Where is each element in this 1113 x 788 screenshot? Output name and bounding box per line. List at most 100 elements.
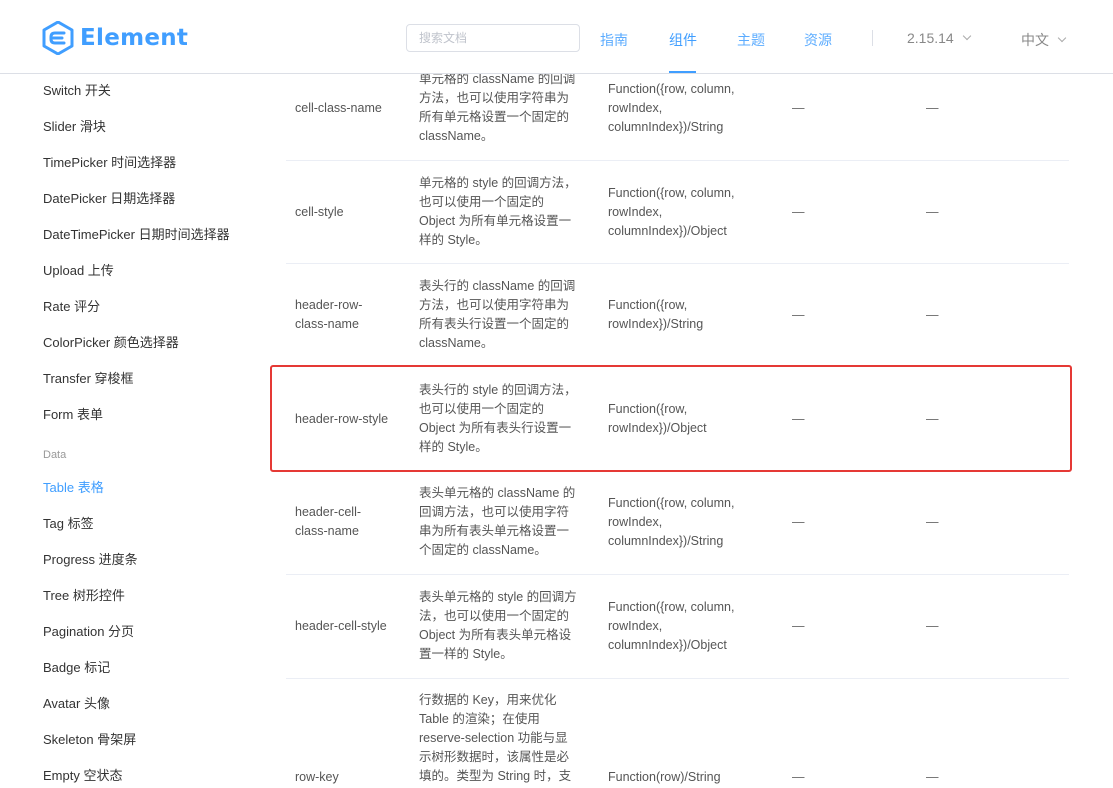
sidebar-item-switch[interactable]: Switch 开关 <box>43 80 111 99</box>
cell-line: class-name <box>295 524 359 538</box>
cell-line: 也可以使用一个固定的 <box>419 195 545 209</box>
language-label: 中文 <box>1021 32 1049 48</box>
cell-line: 方法，也可以使用字符串为 <box>419 298 570 312</box>
attr-desc-cell: 单元格的 className 的回调 方法，也可以使用字符串为 所有单元格设置一个固… <box>419 70 589 146</box>
nav-resource[interactable]: 资源 <box>804 30 832 50</box>
language-dropdown[interactable]: 中文 <box>1021 30 1067 50</box>
highlight-box <box>270 365 1072 472</box>
sidebar: Switch 开关 Slider 滑块 TimePicker 时间选择器 Dat… <box>0 74 260 788</box>
cell-line: 回调方法，也可以使用字符 <box>419 505 570 519</box>
cell-line: 串为所有表头单元格设置一 <box>419 524 570 538</box>
chevron-down-icon <box>962 31 971 41</box>
cell-line: header-row- <box>295 298 363 312</box>
sidebar-item-table[interactable]: Table 表格 <box>43 477 104 496</box>
sidebar-item-datetimepicker[interactable]: DateTimePicker 日期时间选择器 <box>43 224 230 243</box>
nav-component[interactable]: 组件 <box>669 30 697 50</box>
cell-line: Function({row, column, <box>608 185 735 200</box>
cell-line: 表头单元格的 className 的 <box>419 486 576 500</box>
sidebar-item-skeleton[interactable]: Skeleton 骨架屏 <box>43 729 136 748</box>
sidebar-item-form[interactable]: Form 表单 <box>43 404 103 423</box>
element-logo-icon <box>42 21 74 55</box>
sidebar-item-empty[interactable]: Empty 空状态 <box>43 765 122 784</box>
attr-type-cell: Function({row, rowIndex})/String <box>608 296 758 334</box>
attr-options-cell: — <box>792 514 805 529</box>
cell-line: Object 为所有单元格设置一 <box>419 214 572 228</box>
cell-line: columnIndex})/String <box>608 119 724 134</box>
attr-options-cell: — <box>792 307 805 322</box>
attr-default-cell: — <box>926 100 939 115</box>
cell-line: cell-class-name <box>295 100 382 115</box>
sidebar-group-data: Data <box>43 449 67 461</box>
nav-theme[interactable]: 主题 <box>737 30 765 50</box>
nav-guide[interactable]: 指南 <box>600 30 628 50</box>
cell-line: 表头单元格的 style 的回调方 <box>419 590 577 604</box>
attr-desc-cell: 单元格的 style 的回调方法， 也可以使用一个固定的 Object 为所有单元格… <box>419 174 589 250</box>
nav-divider <box>872 30 873 46</box>
cell-line: 所有单元格设置一个固定的 <box>419 110 570 124</box>
cell-line: Function(row)/String <box>608 769 721 784</box>
attr-name-cell: row-key <box>295 768 405 787</box>
attr-name-cell: header-row-class-name <box>295 296 405 334</box>
cell-line: 单元格的 style 的回调方法， <box>419 176 577 190</box>
cell-line: rowIndex, <box>608 618 663 633</box>
attr-name-cell: cell-style <box>295 203 405 222</box>
cell-line: 所有表头行设置一个固定的 <box>419 317 570 331</box>
cell-line: rowIndex, <box>608 204 663 219</box>
cell-line: Function({row, <box>608 298 688 312</box>
attr-type-cell: Function({row, column, rowIndex, columnInd… <box>608 184 758 241</box>
attr-desc-cell: 表头单元格的 className 的回调方法，也可以使用字符 串为所有表头单元格设… <box>419 484 589 560</box>
sidebar-item-upload[interactable]: Upload 上传 <box>43 260 114 279</box>
version-dropdown[interactable]: 2.15.14 <box>907 30 971 46</box>
cell-line: 个固定的 className。 <box>419 543 547 557</box>
attr-default-cell: — <box>926 204 939 219</box>
cell-line: columnIndex})/String <box>608 533 724 548</box>
sidebar-item-tree[interactable]: Tree 树形控件 <box>43 585 125 604</box>
sidebar-item-avatar[interactable]: Avatar 头像 <box>43 693 110 712</box>
table-row: header-cell-style 表头单元格的 style 的回调方 法，也可以使… <box>286 575 1069 679</box>
sidebar-item-progress[interactable]: Progress 进度条 <box>43 549 138 568</box>
cell-line: rowIndex})/String <box>608 317 704 331</box>
top-header: Element 指南 组件 主题 资源 2.15.14 中文 <box>0 0 1113 74</box>
cell-line: 表头行的 className 的回调 <box>419 279 576 293</box>
chevron-down-icon <box>1057 33 1067 43</box>
attr-default-cell: — <box>926 769 939 784</box>
cell-line: header-cell- <box>295 505 362 519</box>
cell-line: Object 为所有表头单元格设 <box>419 628 572 642</box>
cell-line: 填的。类型为 String 时，支 <box>419 769 572 783</box>
attr-default-cell: — <box>926 618 939 633</box>
sidebar-item-datepicker[interactable]: DatePicker 日期选择器 <box>43 188 175 207</box>
cell-line: 样的 Style。 <box>419 233 488 247</box>
sidebar-item-tag[interactable]: Tag 标签 <box>43 513 94 532</box>
attr-default-cell: — <box>926 307 939 322</box>
sidebar-item-colorpicker[interactable]: ColorPicker 颜色选择器 <box>43 332 179 351</box>
sidebar-item-rate[interactable]: Rate 评分 <box>43 296 100 315</box>
attr-options-cell: — <box>792 204 805 219</box>
attr-type-cell: Function({row, column, rowIndex, columnInd… <box>608 494 758 551</box>
cell-line: 置一样的 Style。 <box>419 647 513 661</box>
sidebar-item-timepicker[interactable]: TimePicker 时间选择器 <box>43 152 176 171</box>
sidebar-item-pagination[interactable]: Pagination 分页 <box>43 621 134 640</box>
attr-type-cell: Function({row, column, rowIndex, columnInd… <box>608 598 758 655</box>
version-label: 2.15.14 <box>907 30 954 46</box>
cell-line: 法，也可以使用一个固定的 <box>419 609 570 623</box>
cell-line: 示树形数据时，该属性是必 <box>419 750 570 764</box>
table-row: cell-class-name 单元格的 className 的回调 方法，也可以使… <box>286 72 1069 161</box>
attr-options-cell: — <box>792 769 805 784</box>
attr-name-cell: header-cell-class-name <box>295 503 405 541</box>
attr-type-cell: Function(row)/String <box>608 768 758 787</box>
sidebar-item-slider[interactable]: Slider 滑块 <box>43 116 106 135</box>
cell-line: header-cell-style <box>295 618 387 633</box>
search-input[interactable] <box>406 24 580 52</box>
cell-line: class-name <box>295 317 359 331</box>
table-row: row-key 行数据的 Key，用来优化 Table 的渲染；在使用 reserve… <box>286 679 1069 788</box>
attr-type-cell: Function({row, column, rowIndex, columnInd… <box>608 80 758 137</box>
cell-line: className。 <box>419 336 494 350</box>
cell-line: 方法，也可以使用字符串为 <box>419 91 570 105</box>
attr-options-cell: — <box>792 100 805 115</box>
table-row: header-row-class-name 表头行的 className 的回调方… <box>286 264 1069 367</box>
element-logo[interactable]: Element <box>42 21 188 55</box>
attr-name-cell: header-cell-style <box>295 617 405 636</box>
logo-text: Element <box>80 25 189 51</box>
sidebar-item-badge[interactable]: Badge 标记 <box>43 657 110 676</box>
sidebar-item-transfer[interactable]: Transfer 穿梭框 <box>43 368 134 387</box>
